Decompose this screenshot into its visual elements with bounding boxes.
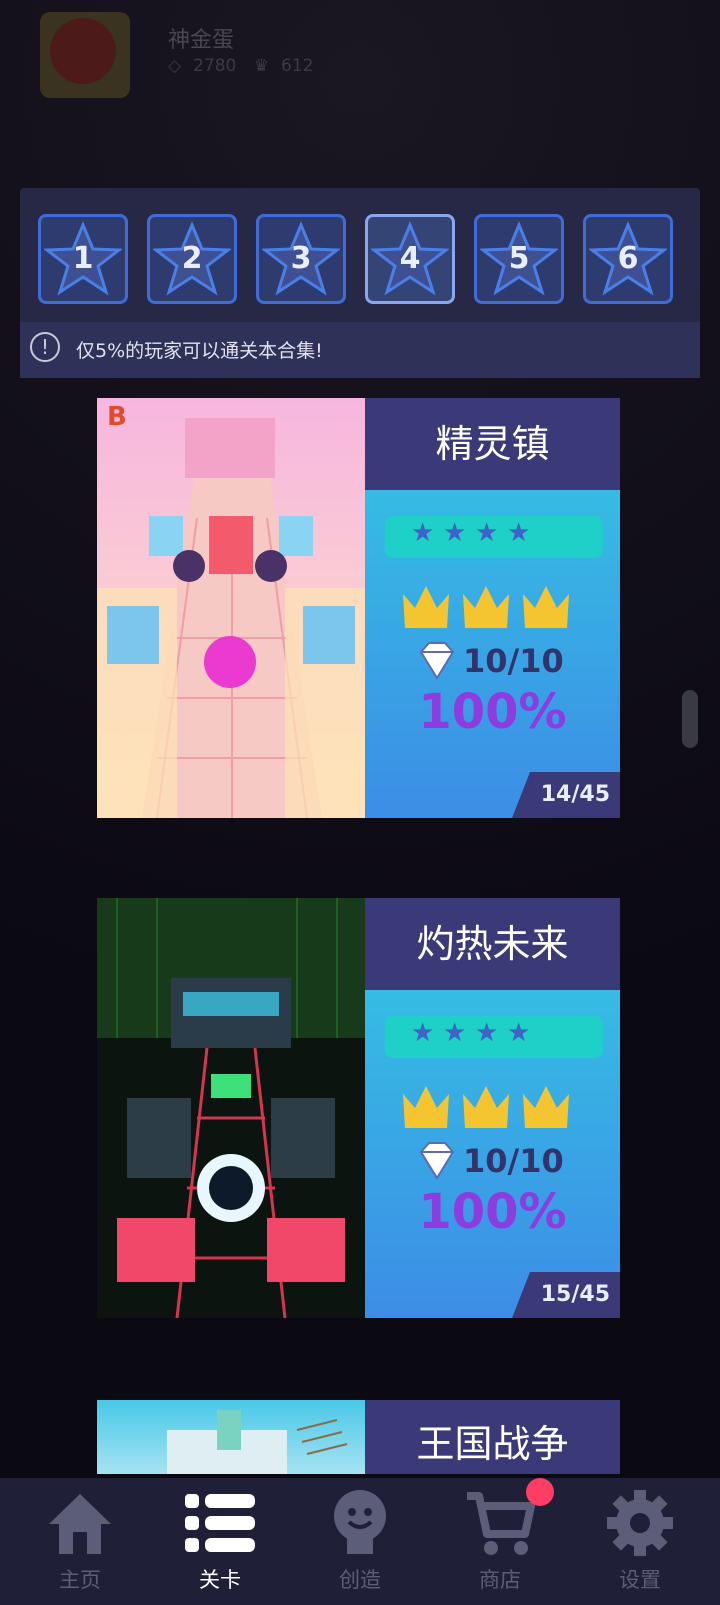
level-star-rating: ★ ★ ★ ★ [385,1016,603,1058]
gem-count: 10/10 [463,642,564,680]
scrollbar-thumb[interactable] [682,690,698,748]
star-button-3[interactable]: 3 [256,214,346,304]
gem-count: 2780 [193,56,237,76]
level-card-2[interactable]: 灼热未来 ★ ★ ★ ★ 10/10 100% 15/45 [97,898,620,1318]
level-card-3[interactable]: 王国战争 [97,1400,620,1474]
bottom-nav: 主页 关卡 创造 商店 设置 [0,1478,720,1605]
star-button-6[interactable]: 6 [583,214,673,304]
star-rating-icon: ★ [443,1018,467,1048]
star-button-2[interactable]: 2 [147,214,237,304]
nav-shop-label: 商店 [479,1568,521,1592]
username: 神金蛋 [168,28,235,53]
info-icon: ! [30,332,60,362]
difficulty-badge: B [107,402,127,432]
list-icon [185,1494,255,1552]
avatar-ball-icon [50,18,116,84]
star-rating-icon: ★ [411,518,435,548]
gem-progress: 10/10 [417,640,607,684]
crown-icon: ♛ [253,56,269,76]
notice-text: 仅5%的玩家可以通关本合集! [76,340,323,362]
level-title: 王国战争 [365,1400,620,1474]
gear-icon [607,1490,673,1556]
cart-icon [467,1492,535,1555]
star-number: 6 [617,241,639,276]
nav-create[interactable]: 创造 [290,1478,430,1605]
star-selector: 1 2 3 4 5 6 [38,214,683,306]
star-rating-icon: ★ [475,1018,499,1048]
notification-dot [526,1478,554,1506]
level-card-1[interactable]: B 精灵镇 ★ ★ ★ ★ 10/10 100% 14/45 [97,398,620,818]
level-info: 精灵镇 ★ ★ ★ ★ 10/10 100% 14/45 [365,398,620,818]
lightbulb-icon [334,1490,386,1554]
level-index-tag: 15/45 [512,1272,620,1318]
profile-stats: ◇ 2780 ♛ 612 [168,56,325,76]
level-thumbnail [97,1400,365,1474]
level-index: 14/45 [540,782,610,807]
nav-home-label: 主页 [59,1568,101,1592]
star-number: 5 [508,241,530,276]
star-number: 2 [181,241,203,276]
star-number: 1 [72,241,94,276]
diamond-icon [419,642,455,680]
star-button-1[interactable]: 1 [38,214,128,304]
level-info: 灼热未来 ★ ★ ★ ★ 10/10 100% 15/45 [365,898,620,1318]
home-icon [49,1494,111,1554]
level-index: 15/45 [540,1282,610,1307]
diamond-icon [419,1142,455,1180]
nav-levels-label: 关卡 [199,1568,241,1592]
completion-percent: 100% [418,684,567,740]
profile-header: 神金蛋 ◇ 2780 ♛ 612 [0,0,720,150]
star-number: 4 [399,241,421,276]
nav-settings-label: 设置 [619,1568,661,1592]
level-index-tag: 14/45 [512,772,620,818]
nav-create-label: 创造 [339,1568,381,1592]
level-thumbnail [97,898,365,1318]
level-star-rating: ★ ★ ★ ★ [385,516,603,558]
crown-icon [403,586,569,628]
nav-levels[interactable]: 关卡 [150,1478,290,1605]
star-button-4[interactable]: 4 [365,214,455,304]
nav-settings[interactable]: 设置 [570,1478,710,1605]
star-rating-icon: ★ [475,518,499,548]
star-number: 3 [290,241,312,276]
gem-progress: 10/10 [417,1140,607,1184]
star-rating-icon: ★ [443,518,467,548]
star-rating-icon: ★ [507,1018,531,1048]
nav-home[interactable]: 主页 [10,1478,150,1605]
completion-percent: 100% [418,1184,567,1240]
level-title: 精灵镇 [365,398,620,490]
crown-rating [403,1082,583,1134]
star-button-5[interactable]: 5 [474,214,564,304]
level-title: 灼热未来 [365,898,620,990]
star-rating-icon: ★ [411,1018,435,1048]
gem-count: 10/10 [463,1142,564,1180]
gem-icon: ◇ [168,56,182,76]
crown-count: 612 [281,56,314,76]
crown-rating [403,582,583,634]
level-thumbnail: B [97,398,365,818]
star-rating-icon: ★ [507,518,531,548]
crown-icon [403,1086,569,1128]
